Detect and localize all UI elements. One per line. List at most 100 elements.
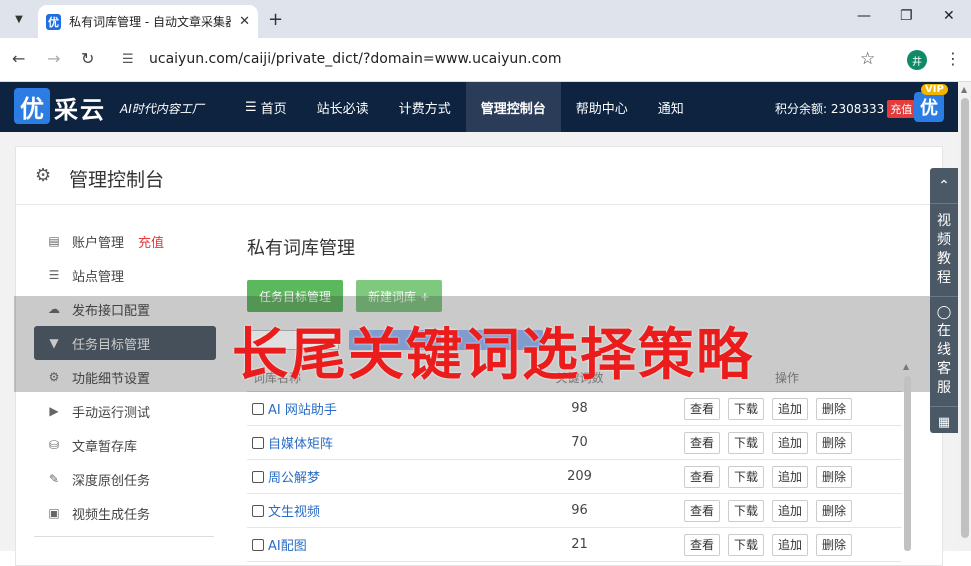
sidebar-item-video[interactable]: ▣ 视频生成任务 <box>34 496 216 530</box>
download-button[interactable]: 下载 <box>727 397 764 420</box>
keyword-count: 98 <box>571 401 588 416</box>
row-actions: 查看 下载 追加 删除 <box>672 465 902 488</box>
scroll-thumb[interactable] <box>961 98 969 538</box>
sidebar-recharge-link[interactable]: 充值 <box>138 232 164 251</box>
sidebar-item-label: 深度原创任务 <box>72 473 151 489</box>
keyword-count: 96 <box>571 503 588 518</box>
bookmark-star-icon[interactable]: ☆ <box>860 49 875 69</box>
row-checkbox[interactable] <box>252 504 264 517</box>
server-icon: ☰ <box>48 268 60 282</box>
dict-name-cell: AI 网站助手 <box>247 399 487 418</box>
view-button[interactable]: 查看 <box>683 499 720 522</box>
delete-button[interactable]: 删除 <box>815 431 852 454</box>
dict-name-link[interactable]: 文生视频 <box>268 501 320 520</box>
new-tab-icon[interactable]: + <box>268 9 283 30</box>
restore-icon[interactable]: ❐ <box>900 8 913 24</box>
append-button[interactable]: 追加 <box>771 533 808 556</box>
browser-tab[interactable]: 优 私有词库管理 - 自动文章采集器 ✕ <box>38 5 258 38</box>
table-row: AI 网站助手 98 查看 下载 追加 删除 <box>247 392 902 426</box>
forward-icon[interactable]: → <box>47 49 60 68</box>
dict-name-cell: 自媒体矩阵 <box>247 433 487 452</box>
scroll-up-icon[interactable]: ▲ <box>961 85 967 94</box>
online-support-button[interactable]: ◯ 在线客服 <box>930 297 958 407</box>
download-button[interactable]: 下载 <box>727 533 764 556</box>
sidebar-item-label: 文章暂存库 <box>72 439 138 455</box>
table-scrollbar[interactable]: ▲ <box>903 362 912 551</box>
view-button[interactable]: 查看 <box>683 533 720 556</box>
dict-name-link[interactable]: 自媒体矩阵 <box>268 433 333 452</box>
nav-must-read[interactable]: 站长必读 <box>302 82 384 132</box>
append-button[interactable]: 追加 <box>771 499 808 522</box>
dict-name-cell: 周公解梦 <box>247 467 487 486</box>
gear-icon: ⚙ <box>35 165 52 186</box>
profile-avatar[interactable]: 井 <box>907 50 927 70</box>
tab-close-icon[interactable]: ✕ <box>239 14 250 29</box>
bar-chart-icon: ▤ <box>48 234 60 248</box>
page-title: 管理控制台 <box>69 169 165 191</box>
append-button[interactable]: 追加 <box>771 465 808 488</box>
download-button[interactable]: 下载 <box>727 431 764 454</box>
main-content: 私有词库管理 任务目标管理 新建词库 + <box>247 234 902 312</box>
row-checkbox[interactable] <box>252 436 264 449</box>
logo-text[interactable]: 采云 <box>54 90 106 125</box>
download-button[interactable]: 下载 <box>727 499 764 522</box>
scroll-up-icon[interactable]: ▲ <box>903 362 912 371</box>
overlay-caption: 长尾关键词选择策略 <box>232 322 754 388</box>
nav-console[interactable]: 管理控制台 <box>465 82 561 132</box>
append-button[interactable]: 追加 <box>771 431 808 454</box>
dict-name-link[interactable]: AI配图 <box>268 535 307 554</box>
sidebar-item-manual-run[interactable]: ▶ 手动运行测试 <box>34 394 216 428</box>
sidebar-item-sites[interactable]: ☰ 站点管理 <box>34 258 216 292</box>
keyword-count: 70 <box>571 435 588 450</box>
logo-icon[interactable]: 优 <box>14 88 50 124</box>
dict-name-link[interactable]: 周公解梦 <box>268 467 320 486</box>
tab-title: 私有词库管理 - 自动文章采集器 <box>69 15 232 29</box>
back-icon[interactable]: ← <box>12 49 25 68</box>
chat-icon: ◯ <box>936 305 952 320</box>
minimize-icon[interactable]: — <box>857 8 871 24</box>
nav-pricing[interactable]: 计费方式 <box>384 82 466 132</box>
edit-icon: ✎ <box>48 472 60 486</box>
qrcode-icon[interactable]: ▦ <box>930 407 958 437</box>
nav-home[interactable]: ☰ 首页 <box>230 82 302 132</box>
delete-button[interactable]: 删除 <box>815 397 852 420</box>
row-actions: 查看 下载 追加 删除 <box>672 499 902 522</box>
delete-button[interactable]: 删除 <box>815 499 852 522</box>
recharge-badge[interactable]: 充值 <box>887 100 916 118</box>
table-row: 自媒体矩阵 70 查看 下载 追加 删除 <box>247 426 902 460</box>
scroll-thumb[interactable] <box>904 376 911 551</box>
delete-button[interactable]: 删除 <box>815 533 852 556</box>
append-button[interactable]: 追加 <box>771 397 808 420</box>
video-tutorial-button[interactable]: 视频教程 <box>930 204 958 297</box>
download-button[interactable]: 下载 <box>727 465 764 488</box>
view-button[interactable]: 查看 <box>683 397 720 420</box>
reload-icon[interactable]: ↻ <box>81 49 94 68</box>
sidebar-item-article-store[interactable]: ⛁ 文章暂存库 <box>34 428 216 462</box>
nav-notice[interactable]: 通知 <box>643 82 699 132</box>
favicon: 优 <box>46 13 62 30</box>
row-checkbox[interactable] <box>252 470 264 483</box>
nav-help[interactable]: 帮助中心 <box>561 82 643 132</box>
back-to-top-icon[interactable]: ⌃ <box>930 168 958 204</box>
vip-avatar[interactable]: 优 <box>914 92 944 122</box>
site-info-icon[interactable]: ☰ <box>122 52 134 67</box>
sidebar-item-deep-original[interactable]: ✎ 深度原创任务 <box>34 462 216 496</box>
row-checkbox[interactable] <box>252 538 264 551</box>
table-row: 文生视频 96 查看 下载 追加 删除 <box>247 494 902 528</box>
close-window-icon[interactable]: ✕ <box>943 8 955 24</box>
card-header: ⚙ 管理控制台 <box>16 147 944 205</box>
browser-menu-icon[interactable]: ⋮ <box>945 49 961 68</box>
main-nav: ☰ 首页 站长必读 计费方式 管理控制台 帮助中心 通知 <box>230 82 699 132</box>
dict-name-link[interactable]: AI 网站助手 <box>268 399 337 418</box>
points-label: 积分余额: 2308333 <box>775 102 885 116</box>
tab-search-chevron-icon[interactable]: ▼ <box>8 8 30 30</box>
page-scrollbar[interactable]: ▲ <box>958 82 971 551</box>
sidebar-item-account[interactable]: ▤ 账户管理 充值 <box>34 224 216 258</box>
address-bar[interactable]: ☰ ucaiyun.com/caiji/private_dict/?domain… <box>112 44 892 76</box>
video-camera-icon: ▣ <box>48 506 60 520</box>
view-button[interactable]: 查看 <box>683 431 720 454</box>
menu-icon: ☰ <box>245 99 257 115</box>
row-checkbox[interactable] <box>252 402 264 415</box>
view-button[interactable]: 查看 <box>683 465 720 488</box>
delete-button[interactable]: 删除 <box>815 465 852 488</box>
